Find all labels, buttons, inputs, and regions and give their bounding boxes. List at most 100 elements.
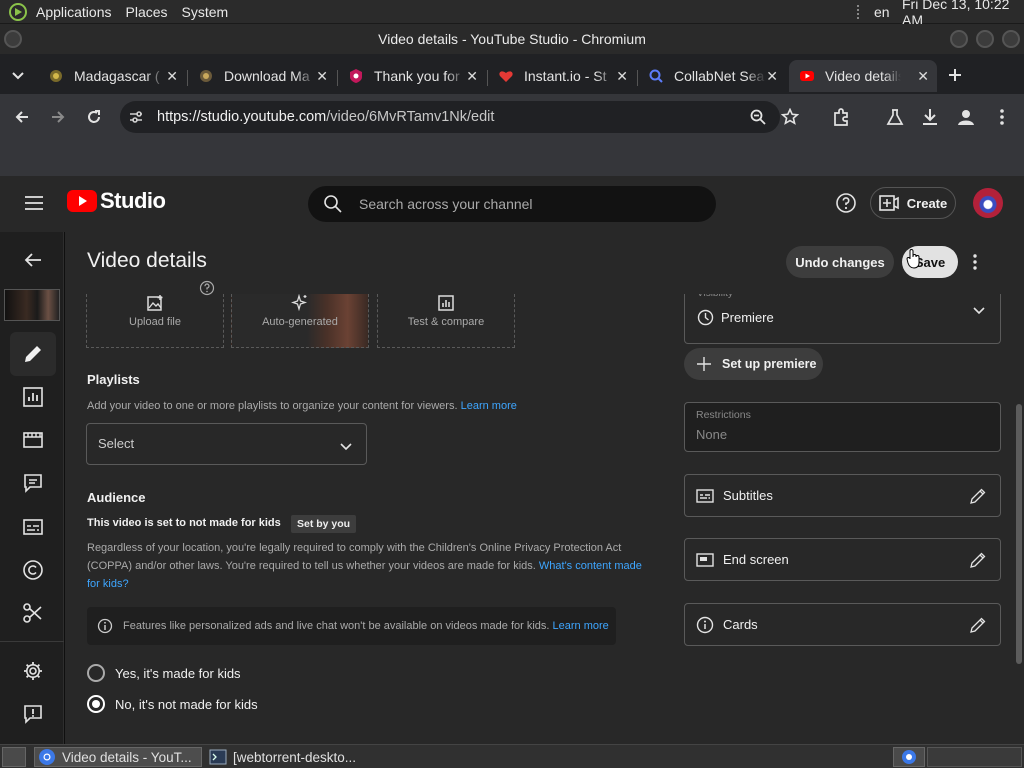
- end-screen-icon: [696, 553, 714, 567]
- new-tab-icon[interactable]: [947, 67, 963, 83]
- tab-title: Thank you for: [374, 68, 460, 84]
- test-compare-thumbnail-option[interactable]: Test & compare: [377, 294, 515, 348]
- menu-places[interactable]: Places: [126, 4, 168, 20]
- subtitles-rail-icon[interactable]: [22, 516, 44, 538]
- subtitles-row[interactable]: Subtitles: [684, 474, 1001, 517]
- auto-generated-label: Auto-generated: [262, 316, 338, 328]
- info-icon: [97, 618, 113, 634]
- audience-info-text: Features like personalized ads and live …: [123, 620, 609, 632]
- cards-row[interactable]: Cards: [684, 603, 1001, 646]
- tab-madagascar[interactable]: Madagascar ( ✕: [38, 60, 186, 92]
- radio-not-made-for-kids[interactable]: [87, 695, 105, 713]
- comments-icon[interactable]: [22, 472, 44, 494]
- hamburger-menu-icon[interactable]: [24, 193, 44, 213]
- restrictions-label: Restrictions: [696, 409, 751, 421]
- close-tab-icon[interactable]: ✕: [766, 68, 778, 85]
- radio-not-made-for-kids-label[interactable]: No, it's not made for kids: [115, 697, 258, 712]
- studio-logo[interactable]: Studio: [67, 188, 166, 214]
- analytics-icon[interactable]: [22, 386, 44, 408]
- taskbar-item-label: [webtorrent-deskto...: [233, 749, 357, 765]
- taskbar-item-terminal[interactable]: [webtorrent-deskto...: [206, 747, 384, 767]
- download-icon[interactable]: [920, 107, 940, 127]
- more-options-icon[interactable]: [965, 252, 985, 272]
- test-chart-icon: [438, 295, 454, 311]
- shield-heart-favicon: [350, 69, 362, 83]
- tab-instant-io[interactable]: Instant.io - St ✕: [488, 60, 636, 92]
- workspace-switcher[interactable]: [893, 747, 925, 767]
- reload-icon[interactable]: [85, 108, 103, 126]
- window-menu-button[interactable]: [4, 30, 22, 48]
- taskbar-item-chromium[interactable]: Video details - YouT...: [34, 747, 202, 767]
- copyright-icon[interactable]: [22, 559, 44, 581]
- close-tab-icon[interactable]: ✕: [316, 68, 328, 85]
- tab-download[interactable]: Download Ma ✕: [188, 60, 336, 92]
- close-window-button[interactable]: [1002, 30, 1020, 48]
- close-tab-icon[interactable]: ✕: [616, 68, 628, 85]
- tab-title: Madagascar (: [74, 68, 160, 84]
- menu-applications[interactable]: Applications: [36, 4, 112, 20]
- profile-icon[interactable]: [956, 107, 976, 127]
- window-titlebar: Video details - YouTube Studio - Chromiu…: [0, 24, 1024, 54]
- right-scrollbar[interactable]: [1016, 404, 1022, 664]
- bookmark-star-icon[interactable]: [781, 108, 799, 126]
- heart-favicon: [499, 71, 513, 82]
- feedback-icon[interactable]: [22, 703, 44, 725]
- create-button[interactable]: Create: [870, 187, 956, 219]
- channel-avatar[interactable]: [973, 188, 1003, 218]
- distro-logo-icon[interactable]: [8, 2, 28, 22]
- back-icon[interactable]: [13, 108, 31, 126]
- tab-title: Video details: [825, 68, 901, 84]
- clock-icon: [697, 309, 714, 326]
- auto-generated-thumbnail-option[interactable]: Auto-generated: [231, 294, 369, 348]
- undo-changes-button[interactable]: Undo changes: [786, 246, 894, 278]
- tab-video-details[interactable]: Video details ✕: [789, 60, 937, 92]
- show-desktop-button[interactable]: [2, 747, 26, 767]
- radio-made-for-kids-label[interactable]: Yes, it's made for kids: [115, 666, 241, 681]
- radio-made-for-kids[interactable]: [87, 664, 105, 682]
- close-tab-icon[interactable]: ✕: [466, 68, 478, 85]
- tab-search-icon[interactable]: [10, 67, 26, 83]
- minimize-button[interactable]: [950, 30, 968, 48]
- site-info-icon[interactable]: [128, 109, 144, 125]
- menu-system[interactable]: System: [182, 4, 229, 20]
- playlist-select[interactable]: Select: [86, 423, 367, 465]
- edit-pencil-icon[interactable]: [969, 487, 987, 505]
- zoom-icon[interactable]: [749, 108, 767, 126]
- editor-film-icon[interactable]: [22, 429, 44, 451]
- download-favicon: [200, 70, 212, 82]
- settings-gear-icon[interactable]: [22, 660, 44, 682]
- labs-flask-icon[interactable]: [885, 107, 905, 127]
- close-tab-icon[interactable]: ✕: [917, 68, 929, 85]
- help-icon[interactable]: [835, 192, 857, 214]
- restrictions-value: None: [696, 427, 728, 442]
- help-circle-icon[interactable]: [199, 280, 215, 296]
- tab-thank-you[interactable]: Thank you for ✕: [338, 60, 486, 92]
- extensions-icon[interactable]: [831, 107, 851, 127]
- edit-pencil-icon[interactable]: [969, 551, 987, 569]
- tab-collabnet[interactable]: CollabNet Sea ✕: [638, 60, 786, 92]
- keyboard-language[interactable]: en: [874, 4, 890, 20]
- playlist-select-value: Select: [98, 436, 135, 451]
- info-learn-more-link[interactable]: Learn more: [553, 620, 609, 632]
- url-text[interactable]: https://studio.youtube.com/video/6MvRTam…: [157, 109, 494, 125]
- browser-menu-icon[interactable]: [992, 107, 1012, 127]
- back-arrow-icon[interactable]: [22, 249, 44, 271]
- upload-thumbnail-option[interactable]: Upload file: [86, 294, 224, 348]
- channel-search-input[interactable]: Search across your channel: [308, 186, 716, 222]
- visibility-dropdown[interactable]: Visibility Premiere: [684, 294, 1001, 344]
- video-thumbnail[interactable]: [4, 289, 60, 321]
- tab-title: Download Ma: [224, 68, 310, 84]
- tab-title: CollabNet Sea: [674, 68, 765, 84]
- forward-icon[interactable]: [49, 108, 67, 126]
- clips-scissors-icon[interactable]: [22, 602, 44, 624]
- end-screen-row[interactable]: End screen: [684, 538, 1001, 581]
- maximize-button[interactable]: [976, 30, 994, 48]
- playlists-learn-more-link[interactable]: Learn more: [461, 400, 517, 412]
- url-path: /video/6MvRTamv1Nk/edit: [326, 109, 495, 125]
- workspace-2[interactable]: [927, 747, 1022, 767]
- set-by-you-badge: Set by you: [291, 515, 357, 533]
- close-tab-icon[interactable]: ✕: [166, 68, 178, 85]
- set-up-premiere-button[interactable]: Set up premiere: [684, 348, 823, 380]
- edit-pencil-icon[interactable]: [969, 616, 987, 634]
- taskbar-item-label: Video details - YouT...: [62, 749, 192, 765]
